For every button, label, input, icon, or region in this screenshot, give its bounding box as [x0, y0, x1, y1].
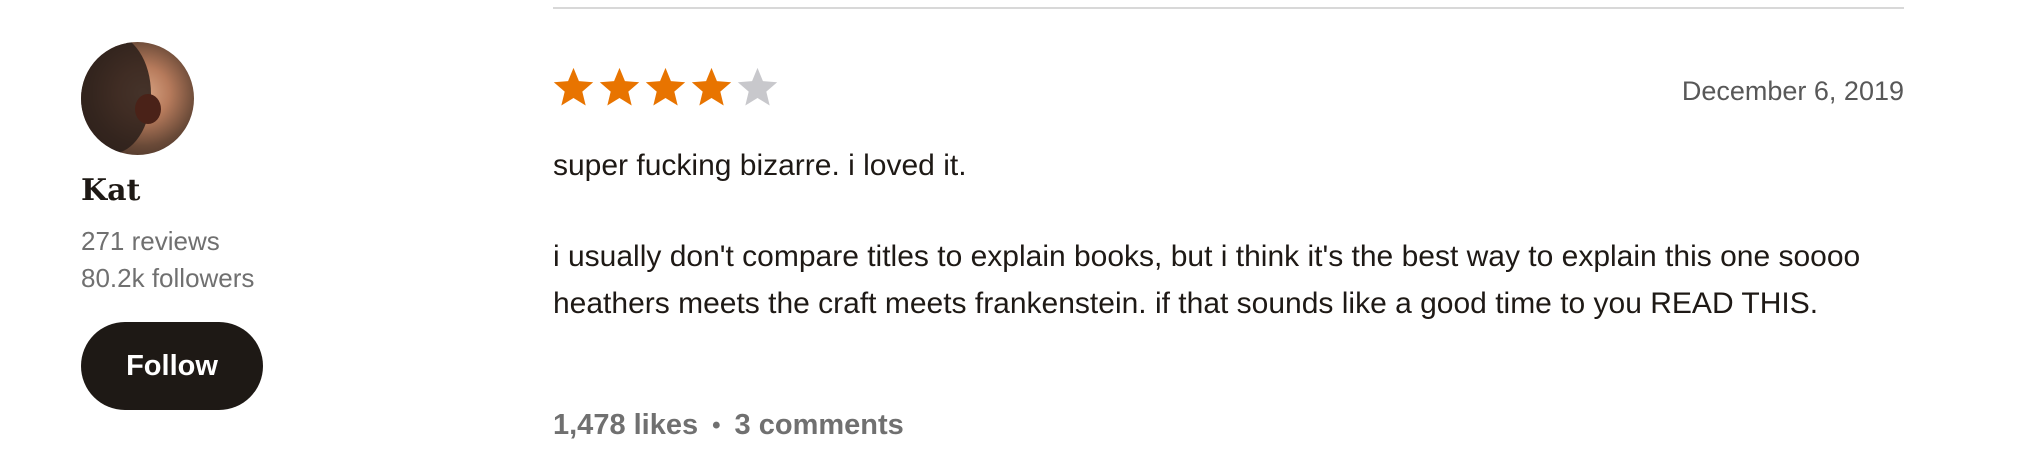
star-icon [691, 67, 732, 106]
star-icon [599, 67, 640, 106]
review-text-paragraph: super fucking bizarre. i loved it. [553, 149, 967, 182]
review-body: super fucking bizarre. i loved it. i usu… [553, 142, 1913, 327]
star-icon [553, 67, 594, 106]
review-footer: 1,478 likes • 3 comments [553, 409, 904, 442]
footer-separator: • [712, 411, 721, 439]
comments-count[interactable]: 3 comments [735, 409, 904, 442]
avatar[interactable] [81, 42, 194, 155]
review-date[interactable]: December 6, 2019 [1682, 76, 1904, 107]
follow-button[interactable]: Follow [81, 322, 263, 410]
reviewer-name[interactable]: Kat [81, 173, 381, 209]
star-icon [645, 67, 686, 106]
reviewer-stats: 271 reviews 80.2k followers [81, 223, 381, 297]
reviewer-card: Kat 271 reviews 80.2k followers Follow [81, 42, 381, 410]
star-icon [737, 67, 778, 106]
top-divider [553, 7, 1904, 9]
review-text-paragraph: i usually don't compare titles to explai… [553, 240, 1861, 273]
reviewer-review-count: 271 reviews [81, 226, 220, 256]
reviewer-follower-count: 80.2k followers [81, 263, 255, 293]
star-rating [551, 65, 780, 110]
likes-count[interactable]: 1,478 likes [553, 409, 698, 442]
review-text-paragraph: heathers meets the craft meets frankenst… [553, 287, 1819, 320]
